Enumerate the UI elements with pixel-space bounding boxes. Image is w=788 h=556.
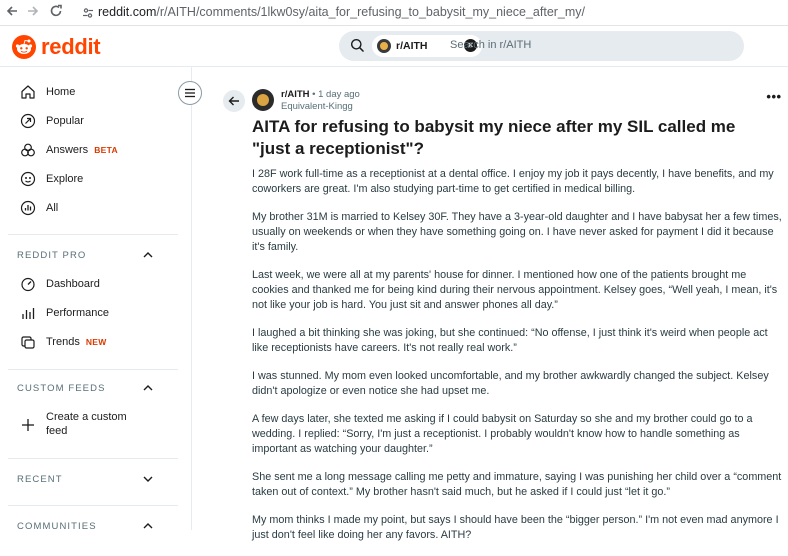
chevron-up-icon xyxy=(143,251,153,262)
chevron-down-icon xyxy=(143,475,153,486)
custom-feeds-heading: CUSTOM FEEDS xyxy=(17,383,106,394)
sidebar-divider xyxy=(8,369,178,370)
post-paragraph: Last week, we were all at my parents' ho… xyxy=(252,269,778,311)
address-bar[interactable]: reddit.com/r/AITH/comments/1lkw0sy/aita_… xyxy=(76,3,788,22)
post-paragraph: She sent me a long message calling me pe… xyxy=(252,471,782,498)
post-paragraph: A few days later, she texted me asking i… xyxy=(252,413,753,455)
search-bar[interactable]: r/AITH × Search in r/AITH xyxy=(339,31,744,61)
answers-icon xyxy=(20,142,36,158)
reddit-pro-heading: REDDIT PRO xyxy=(17,250,87,261)
search-input[interactable]: Search in r/AITH xyxy=(450,39,531,51)
search-icon xyxy=(350,38,365,58)
back-button[interactable] xyxy=(223,90,245,112)
sidebar-item-label: Performance xyxy=(46,307,109,319)
sidebar-item-label: Dashboard xyxy=(46,278,100,290)
forward-arrow-icon[interactable] xyxy=(25,4,41,20)
author-link[interactable]: Equivalent-Kingg xyxy=(281,101,353,112)
chevron-up-icon xyxy=(143,522,153,533)
reddit-pro-header[interactable]: REDDIT PRO xyxy=(17,250,167,266)
post-time: 1 day ago xyxy=(318,89,360,100)
subreddit-avatar[interactable] xyxy=(252,89,274,111)
beta-badge: BETA xyxy=(94,145,118,155)
left-sidebar: Home Popular Answers BETA Explore All RE… xyxy=(0,67,192,532)
sidebar-item-home[interactable]: Home xyxy=(20,81,75,103)
popular-icon xyxy=(20,113,36,129)
custom-feeds-header[interactable]: CUSTOM FEEDS xyxy=(17,383,167,399)
create-feed-line2: feed xyxy=(46,425,68,437)
sidebar-item-label: Home xyxy=(46,86,76,98)
post-paragraph: My mom thinks I made my point, but says … xyxy=(252,514,779,541)
post-paragraph: My brother 31M is married to Kelsey 30F.… xyxy=(252,211,782,253)
communities-header[interactable]: COMMUNITIES xyxy=(17,521,167,537)
sidebar-item-explore[interactable]: Explore xyxy=(20,168,83,190)
back-arrow-icon xyxy=(228,96,239,106)
collapse-sidebar-button[interactable] xyxy=(178,81,202,105)
plus-icon xyxy=(20,417,36,433)
explore-icon xyxy=(20,171,36,187)
sidebar-item-answers[interactable]: Answers BETA xyxy=(20,139,118,161)
subreddit-chip-avatar xyxy=(377,39,391,53)
sidebar-item-performance[interactable]: Performance xyxy=(20,302,109,324)
subreddit-link[interactable]: r/AITH xyxy=(281,89,310,100)
site-header: reddit r/AITH × Search in r/AITH xyxy=(0,26,788,67)
sidebar-item-popular[interactable]: Popular xyxy=(20,110,84,132)
sidebar-item-dashboard[interactable]: Dashboard xyxy=(20,273,100,295)
sidebar-item-trends[interactable]: Trends NEW xyxy=(20,331,107,353)
url-domain: reddit.com xyxy=(98,5,157,19)
url-path: /r/AITH/comments/1lkw0sy/aita_for_refusi… xyxy=(156,5,586,19)
recent-heading: RECENT xyxy=(17,474,63,485)
recent-header[interactable]: RECENT xyxy=(17,474,167,490)
back-arrow-icon[interactable] xyxy=(4,4,20,20)
sidebar-item-label: Answers xyxy=(46,144,89,156)
reload-icon[interactable] xyxy=(48,4,64,20)
create-custom-feed-button[interactable]: Create a custom feed xyxy=(20,408,127,440)
performance-icon xyxy=(20,305,36,321)
trends-icon xyxy=(20,334,36,350)
sidebar-divider xyxy=(8,505,178,506)
post-body: I 28F work full-time as a receptionist a… xyxy=(252,167,782,556)
more-options-icon[interactable]: ••• xyxy=(766,90,782,106)
post-paragraph: I laughed a bit thinking she was joking,… xyxy=(252,327,768,354)
new-badge: NEW xyxy=(85,337,107,347)
search-scope-label: r/AITH xyxy=(396,40,428,52)
logo-wordmark: reddit xyxy=(41,34,101,59)
sidebar-divider xyxy=(8,458,178,459)
all-icon xyxy=(20,200,36,216)
dashboard-icon xyxy=(20,276,36,292)
communities-heading: COMMUNITIES xyxy=(17,521,97,532)
post-title: AITA for refusing to babysit my niece af… xyxy=(252,117,736,158)
sidebar-item-label: All xyxy=(46,202,59,214)
site-info-icon[interactable] xyxy=(82,6,94,18)
sidebar-item-label: Popular xyxy=(46,115,84,127)
browser-toolbar: reddit.com/r/AITH/comments/1lkw0sy/aita_… xyxy=(0,0,788,26)
post-meta: r/AITH • 1 day ago xyxy=(281,89,360,100)
sidebar-divider xyxy=(8,234,178,235)
post-paragraph: I 28F work full-time as a receptionist a… xyxy=(252,168,774,195)
create-feed-label: Create a custom feed xyxy=(46,410,127,438)
sidebar-item-label: Explore xyxy=(46,173,84,185)
home-icon xyxy=(20,84,36,100)
sidebar-item-label: Trends xyxy=(46,336,80,348)
hamburger-icon xyxy=(185,88,195,98)
post-paragraph: I was stunned. My mom even looked uncomf… xyxy=(252,370,769,397)
sidebar-item-all[interactable]: All xyxy=(20,197,58,219)
reddit-logo[interactable]: reddit xyxy=(12,34,101,60)
create-feed-line1: Create a custom xyxy=(46,411,127,423)
chevron-up-icon xyxy=(143,384,153,395)
reddit-snoo-icon xyxy=(12,35,36,59)
url-text: reddit.com/r/AITH/comments/1lkw0sy/aita_… xyxy=(98,5,585,19)
